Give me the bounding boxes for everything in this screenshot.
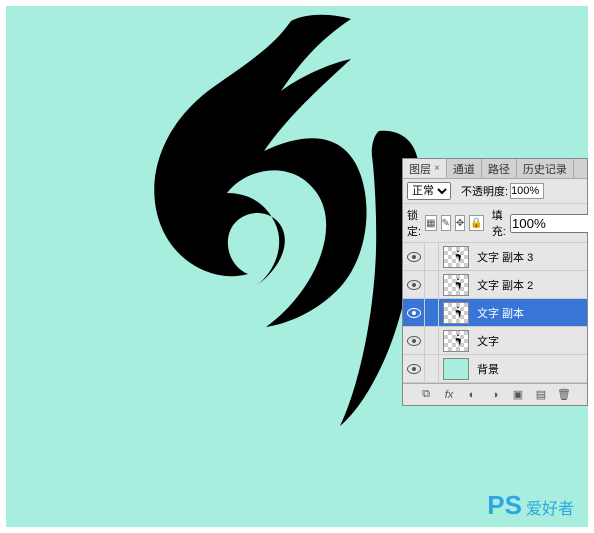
link-layers-icon[interactable]: ⧉ <box>419 388 433 402</box>
artwork-shape <box>116 11 426 431</box>
brand-watermark: PS 爱好者 <box>487 490 574 521</box>
eye-icon <box>407 280 421 290</box>
opacity-label: 不透明度: <box>461 183 508 199</box>
layer-thumb[interactable] <box>439 244 473 270</box>
app-viewport: www.68ps.com 图层× 通道 路径 历史记录 正常 不透明度: 锁定:… <box>0 0 594 533</box>
eye-icon <box>407 336 421 346</box>
fill-label: 填充: <box>492 207 506 239</box>
adjustment-layer-icon[interactable]: ◑ <box>488 388 502 402</box>
layer-thumb[interactable] <box>439 356 473 382</box>
visibility-toggle[interactable] <box>403 243 425 271</box>
lock-move-icon[interactable]: ✥ <box>455 215 465 231</box>
opacity-input[interactable] <box>510 183 544 199</box>
blend-mode-select[interactable]: 正常 <box>407 182 451 200</box>
brand-tag: 爱好者 <box>526 495 574 519</box>
new-group-icon[interactable]: ▣ <box>511 388 525 402</box>
layers-list: 文字 副本 3 文字 副本 2 文字 副本 <box>403 243 587 383</box>
tab-layers-label: 图层 <box>409 161 431 177</box>
tab-channels[interactable]: 通道 <box>447 159 482 178</box>
visibility-toggle[interactable] <box>403 271 425 299</box>
lock-row: 锁定: ▦ ✎ ✥ 🔒 填充: <box>403 204 587 243</box>
layer-row[interactable]: 背景 <box>403 355 587 383</box>
layer-name[interactable]: 文字 副本 <box>473 305 524 321</box>
lock-transparency-icon[interactable]: ▦ <box>425 215 436 231</box>
layer-mask-icon[interactable]: ◐ <box>465 388 479 402</box>
layer-style-icon[interactable]: fx <box>442 388 456 402</box>
delete-layer-icon[interactable]: 🗑 <box>557 388 571 402</box>
layer-thumb[interactable] <box>439 300 473 326</box>
eye-icon <box>407 364 421 374</box>
tab-history[interactable]: 历史记录 <box>517 159 574 178</box>
brand-logo: PS <box>487 490 522 521</box>
layer-name[interactable]: 背景 <box>473 361 499 377</box>
panel-footer: ⧉ fx ◐ ◑ ▣ ▤ 🗑 <box>403 383 587 405</box>
panel-tabs: 图层× 通道 路径 历史记录 <box>403 159 587 179</box>
eye-icon <box>407 252 421 262</box>
layer-name[interactable]: 文字 副本 2 <box>473 277 533 293</box>
layer-name[interactable]: 文字 副本 3 <box>473 249 533 265</box>
layer-row[interactable]: 文字 副本 3 <box>403 243 587 271</box>
link-col <box>425 271 439 299</box>
link-col <box>425 299 439 327</box>
lock-all-icon[interactable]: 🔒 <box>469 215 483 231</box>
link-col <box>425 327 439 355</box>
layer-row[interactable]: 文字 副本 <box>403 299 587 327</box>
visibility-toggle[interactable] <box>403 299 425 327</box>
link-col <box>425 243 439 271</box>
layer-thumb[interactable] <box>439 272 473 298</box>
visibility-toggle[interactable] <box>403 327 425 355</box>
close-icon[interactable]: × <box>434 163 440 174</box>
lock-label: 锁定: <box>407 207 421 239</box>
lock-paint-icon[interactable]: ✎ <box>441 215 451 231</box>
new-layer-icon[interactable]: ▤ <box>534 388 548 402</box>
layers-panel: 图层× 通道 路径 历史记录 正常 不透明度: 锁定: ▦ ✎ ✥ 🔒 <box>402 158 588 406</box>
tab-layers[interactable]: 图层× <box>403 159 447 178</box>
blend-row: 正常 不透明度: <box>403 179 587 204</box>
tab-paths[interactable]: 路径 <box>482 159 517 178</box>
layer-name[interactable]: 文字 <box>473 333 499 349</box>
layer-thumb[interactable] <box>439 328 473 354</box>
fill-input[interactable] <box>510 214 588 233</box>
layer-row[interactable]: 文字 <box>403 327 587 355</box>
layer-row[interactable]: 文字 副本 2 <box>403 271 587 299</box>
link-col <box>425 355 439 383</box>
document-canvas[interactable]: www.68ps.com 图层× 通道 路径 历史记录 正常 不透明度: 锁定:… <box>6 6 588 527</box>
visibility-toggle[interactable] <box>403 355 425 383</box>
eye-icon <box>407 308 421 318</box>
